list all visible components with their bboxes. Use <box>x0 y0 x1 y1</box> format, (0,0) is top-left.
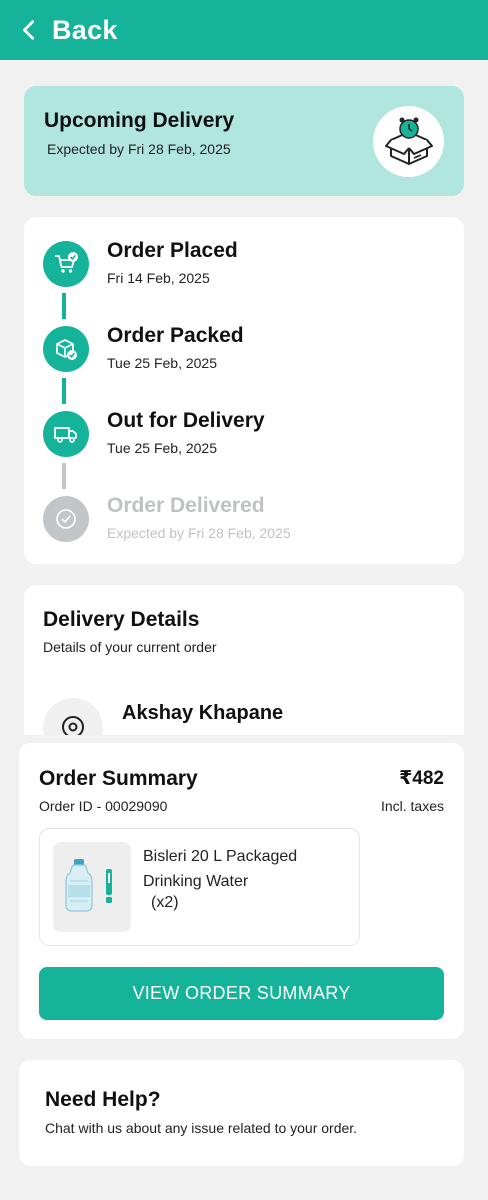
location-pin-icon <box>43 698 103 735</box>
delivery-details-title: Delivery Details <box>43 608 200 631</box>
step-title: Order Placed <box>107 239 238 262</box>
step-date: Tue 25 Feb, 2025 <box>107 440 218 456</box>
step-date: Expected by Fri 28 Feb, 2025 <box>107 525 291 541</box>
timeline-step-packed: Order Packed Tue 25 Feb, 2025 <box>24 324 464 386</box>
timeline-step-out-for-delivery: Out for Delivery Tue 25 Feb, 2025 <box>24 409 464 471</box>
water-jar-image <box>53 842 131 932</box>
order-summary-title: Order Summary <box>39 767 198 790</box>
timeline-connector <box>62 378 66 404</box>
step-title: Order Packed <box>107 324 244 347</box>
step-date: Tue 25 Feb, 2025 <box>107 355 218 371</box>
back-label: Back <box>52 14 118 45</box>
tax-note: Incl. taxes <box>380 798 444 814</box>
need-help-title: Need Help? <box>45 1088 161 1111</box>
need-help-subtitle: Chat with us about any issue related to … <box>45 1120 358 1136</box>
app-header: Back <box>0 0 488 60</box>
delivery-box-icon <box>373 106 444 177</box>
upcoming-title: Upcoming Delivery <box>44 109 235 132</box>
order-total-price: ₹482 <box>399 768 444 789</box>
upcoming-delivery-banner: Upcoming Delivery Expected by Fri 28 Feb… <box>24 86 464 196</box>
product-item: Bisleri 20 L Packaged Drinking Water (x2… <box>39 828 360 946</box>
cart-icon <box>43 241 89 287</box>
order-summary-card: Order Summary ₹482 Order ID - 00029090 I… <box>19 743 464 1039</box>
product-name: Bisleri 20 L Packaged Drinking Water <box>143 848 298 890</box>
view-order-summary-button[interactable]: VIEW ORDER SUMMARY <box>39 967 444 1020</box>
back-button[interactable]: Back <box>18 15 118 46</box>
need-help-card[interactable]: Need Help? Chat with us about any issue … <box>19 1060 464 1166</box>
customer-name: Akshay Khapane <box>122 702 284 724</box>
delivery-details-subtitle: Details of your current order <box>43 639 217 655</box>
truck-icon <box>43 411 89 457</box>
timeline-connector <box>62 293 66 319</box>
product-quantity: (x2) <box>151 894 179 911</box>
timeline-step-delivered: Order Delivered Expected by Fri 28 Feb, … <box>24 494 464 556</box>
timeline-step-placed: Order Placed Fri 14 Feb, 2025 <box>24 239 464 301</box>
chevron-left-icon <box>23 20 35 40</box>
step-title: Out for Delivery <box>107 409 265 432</box>
order-id: Order ID - 00029090 <box>39 798 168 814</box>
step-title: Order Delivered <box>107 494 265 517</box>
delivery-details-card: Delivery Details Details of your current… <box>24 585 464 735</box>
order-timeline: Order Placed Fri 14 Feb, 2025 Order Pack… <box>24 217 464 564</box>
upcoming-expected-date: Expected by Fri 28 Feb, 2025 <box>47 141 231 157</box>
step-date: Fri 14 Feb, 2025 <box>107 270 210 286</box>
timeline-connector <box>62 463 66 489</box>
check-circle-icon <box>43 496 89 542</box>
package-icon <box>43 326 89 372</box>
